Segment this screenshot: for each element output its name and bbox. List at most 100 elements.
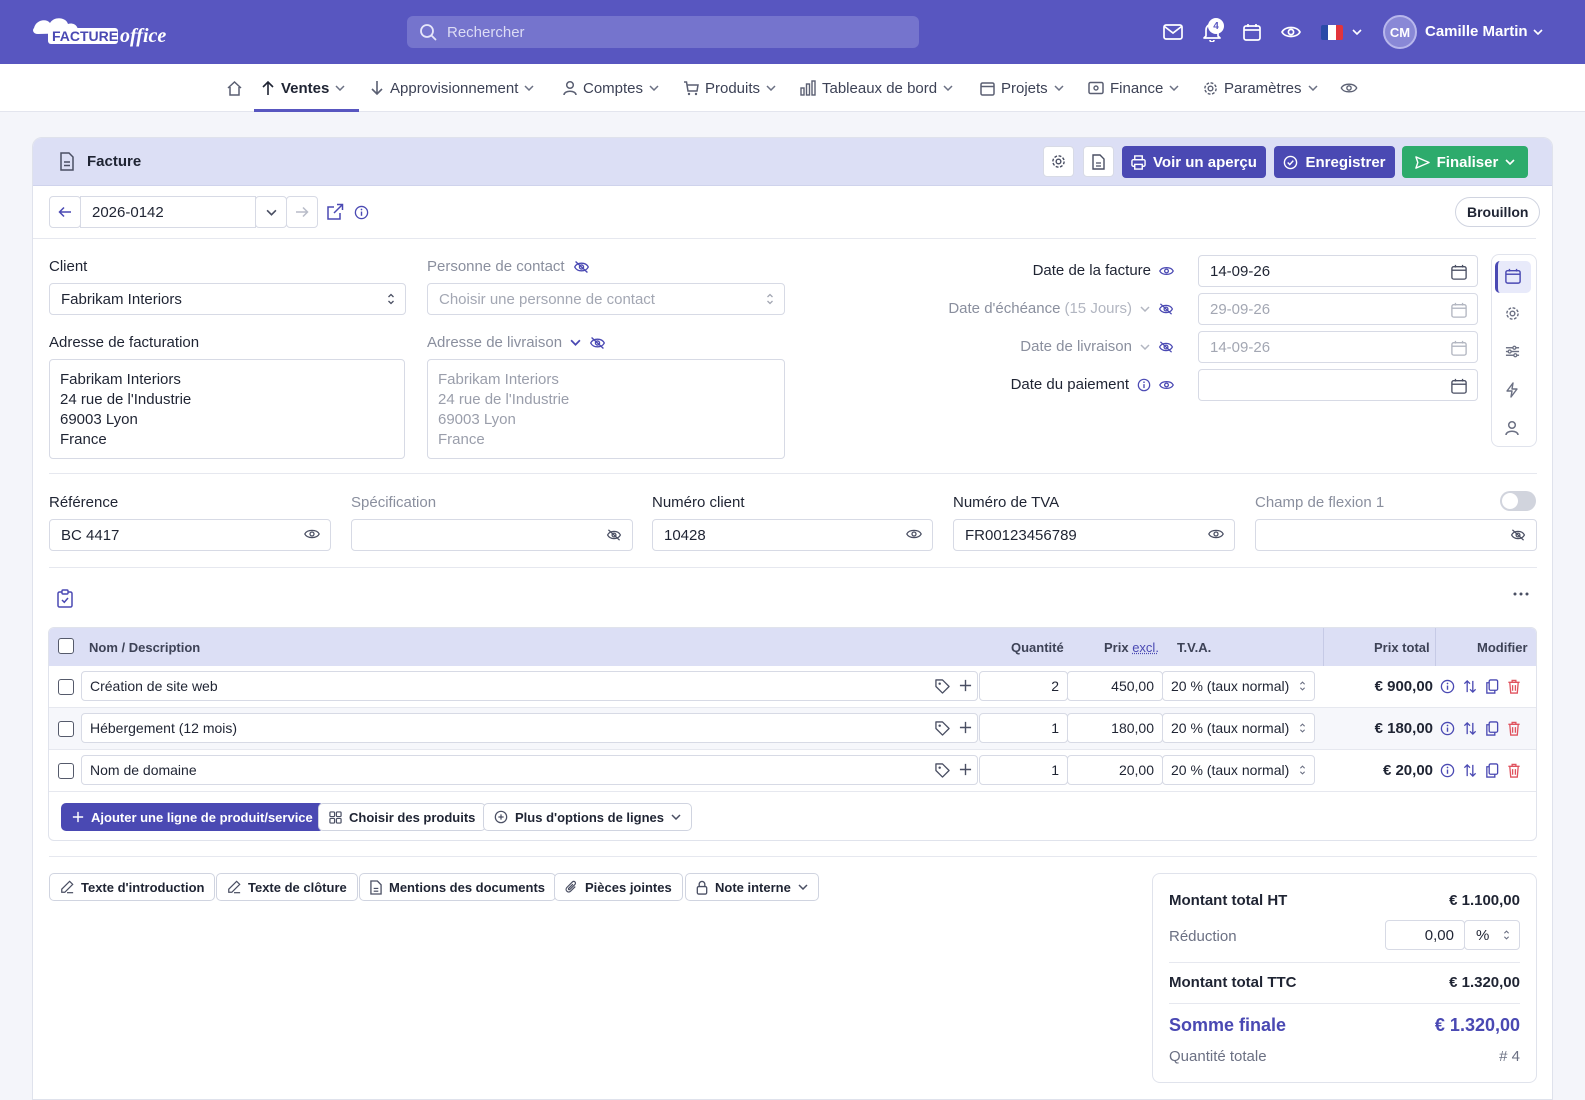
user-icon[interactable] <box>1505 420 1523 438</box>
select-all-checkbox[interactable] <box>58 638 74 654</box>
copy-icon[interactable] <box>1485 679 1499 694</box>
specification-input[interactable] <box>351 519 633 551</box>
calendar-icon[interactable] <box>1505 268 1523 286</box>
mail-icon[interactable] <box>1161 20 1185 44</box>
search-input[interactable] <box>447 23 887 41</box>
nav-tableaux-de-bord[interactable]: Tableaux de bord <box>800 64 953 112</box>
item-name-input[interactable]: Création de site web <box>81 671 978 701</box>
eye-off-icon[interactable] <box>1158 340 1174 354</box>
previous-document-button[interactable] <box>49 196 81 228</box>
user-menu-chevron-icon[interactable] <box>1526 20 1550 44</box>
contact-select[interactable]: Choisir une personne de contact <box>427 283 785 315</box>
trash-icon[interactable] <box>1507 679 1521 694</box>
plus-icon[interactable] <box>959 679 972 692</box>
sliders-icon[interactable] <box>1505 344 1523 362</box>
trash-icon[interactable] <box>1507 721 1521 736</box>
clipboard-icon[interactable] <box>57 589 73 608</box>
attachments-button[interactable]: Pièces jointes <box>554 873 683 901</box>
reorder-icon[interactable] <box>1463 679 1477 694</box>
nav-home[interactable] <box>226 64 243 112</box>
copy-icon[interactable] <box>1485 763 1499 778</box>
price-excl-toggle[interactable]: excl. <box>1132 640 1159 655</box>
item-price-input[interactable]: 450,00 <box>1067 671 1163 701</box>
plus-icon[interactable] <box>959 721 972 734</box>
eye-icon[interactable] <box>1159 265 1174 277</box>
row-checkbox[interactable] <box>58 721 74 737</box>
more-options-icon[interactable] <box>1513 591 1529 597</box>
payment-date-field[interactable] <box>1198 369 1478 401</box>
nav-ventes[interactable]: Ventes <box>261 64 345 112</box>
reference-input[interactable]: BC 4417 <box>49 519 331 551</box>
delivery-address-box[interactable]: Fabrikam Interiors 24 rue de l'Industrie… <box>427 359 785 459</box>
search-bar[interactable] <box>407 16 919 48</box>
nav-comptes[interactable]: Comptes <box>563 64 659 112</box>
document-number-dropdown[interactable] <box>255 196 287 228</box>
tag-icon[interactable] <box>935 721 950 736</box>
preview-button[interactable]: Voir un aperçu <box>1122 146 1266 178</box>
eye-off-icon[interactable] <box>1510 528 1526 542</box>
client-number-input[interactable]: 10428 <box>652 519 933 551</box>
user-name[interactable]: Camille Martin <box>1425 23 1528 40</box>
item-qty-input[interactable]: 2 <box>979 671 1068 701</box>
nav-projets[interactable]: Projets <box>980 64 1064 112</box>
flex-field-toggle[interactable] <box>1500 491 1536 511</box>
nav-produits[interactable]: Produits <box>683 64 776 112</box>
invoice-date-field[interactable]: 14-09-26 <box>1198 255 1478 287</box>
pdf-button[interactable] <box>1083 146 1114 177</box>
eye-off-icon[interactable] <box>573 260 590 274</box>
calendar-icon[interactable] <box>1451 340 1467 356</box>
status-badge[interactable]: Brouillon <box>1455 197 1541 227</box>
info-icon[interactable] <box>1440 763 1455 778</box>
plus-icon[interactable] <box>959 763 972 776</box>
settings-button[interactable] <box>1043 146 1074 177</box>
discount-input[interactable]: 0,00 <box>1385 920 1465 950</box>
next-document-button[interactable] <box>286 196 318 228</box>
item-vat-select[interactable]: 20 % (taux normal) <box>1162 671 1315 701</box>
nav-finance[interactable]: Finance <box>1088 64 1179 112</box>
choose-products-button[interactable]: Choisir des produits <box>318 803 487 831</box>
closing-text-button[interactable]: Texte de clôture <box>216 873 358 901</box>
copy-icon[interactable] <box>1485 721 1499 736</box>
calendar-icon[interactable] <box>1451 378 1467 394</box>
info-icon[interactable] <box>1440 679 1455 694</box>
more-line-options-button[interactable]: Plus d'options de lignes <box>483 803 692 831</box>
row-checkbox[interactable] <box>58 763 74 779</box>
external-link-icon[interactable] <box>326 203 344 221</box>
eye-icon[interactable] <box>1159 379 1174 391</box>
item-qty-input[interactable]: 1 <box>979 713 1068 743</box>
language-chevron-icon[interactable] <box>1345 20 1369 44</box>
calendar-icon[interactable] <box>1451 264 1467 280</box>
eye-icon[interactable] <box>304 528 320 540</box>
flex-field-input[interactable] <box>1255 519 1537 551</box>
lightning-icon[interactable] <box>1505 382 1523 400</box>
info-icon[interactable] <box>354 205 369 220</box>
trash-icon[interactable] <box>1507 763 1521 778</box>
calendar-icon[interactable] <box>1240 20 1264 44</box>
eye-off-icon[interactable] <box>589 336 606 350</box>
due-date-field[interactable]: 29-09-26 <box>1198 293 1478 325</box>
intro-text-button[interactable]: Texte d'introduction <box>49 873 216 901</box>
delivery-date-field[interactable]: 14-09-26 <box>1198 331 1478 363</box>
info-icon[interactable] <box>1440 721 1455 736</box>
finalize-button[interactable]: Finaliser <box>1402 146 1528 178</box>
chevron-down-icon[interactable] <box>570 339 581 346</box>
internal-note-button[interactable]: Note interne <box>685 873 819 901</box>
chevron-down-icon[interactable] <box>1140 343 1150 350</box>
vat-number-input[interactable]: FR00123456789 <box>953 519 1235 551</box>
document-mentions-button[interactable]: Mentions des documents <box>359 873 557 901</box>
save-button[interactable]: Enregistrer <box>1274 146 1395 178</box>
document-number-field[interactable]: 2026-0142 <box>80 196 256 228</box>
add-line-button[interactable]: Ajouter une ligne de produit/service <box>61 803 324 831</box>
client-select[interactable]: Fabrikam Interiors <box>49 283 406 315</box>
chevron-down-icon[interactable] <box>1140 305 1150 312</box>
discount-unit-select[interactable]: % <box>1464 920 1520 950</box>
app-logo[interactable]: FACTURE office <box>32 14 182 50</box>
row-checkbox[interactable] <box>58 679 74 695</box>
user-avatar[interactable]: CM <box>1383 15 1417 49</box>
reorder-icon[interactable] <box>1463 721 1477 736</box>
tag-icon[interactable] <box>935 679 950 694</box>
item-vat-select[interactable]: 20 % (taux normal) <box>1162 713 1315 743</box>
eye-icon[interactable] <box>1208 528 1224 540</box>
eye-off-icon[interactable] <box>1158 302 1174 316</box>
item-name-input[interactable]: Hébergement (12 mois) <box>81 713 978 743</box>
